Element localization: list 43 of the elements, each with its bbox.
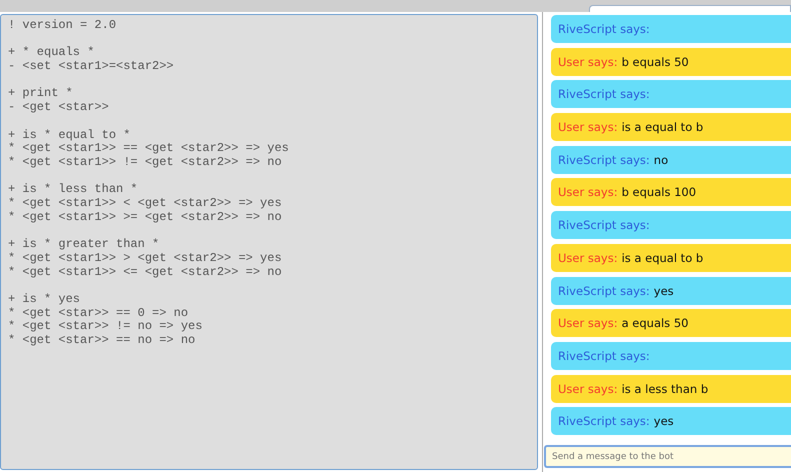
message-text: b equals 50: [622, 54, 689, 69]
speaker-label: RiveScript says:: [558, 87, 650, 102]
speaker-label: RiveScript says:: [558, 284, 650, 298]
code-line: + is * equal to *: [8, 128, 130, 142]
code-line: - <get <star>>: [8, 101, 109, 115]
speaker-label: RiveScript says:: [558, 348, 650, 363]
speaker-label: User says:: [558, 250, 618, 265]
message-text: is a equal to b: [622, 250, 704, 265]
speaker-label: User says:: [558, 316, 618, 330]
code-line: ! version = 2.0: [8, 19, 116, 33]
code-line: * <get <star>> == no => no: [8, 334, 196, 348]
code-line: * <get <star>> == 0 => no: [8, 306, 188, 320]
speaker-label: RiveScript says:: [558, 218, 650, 232]
message-text: yes: [654, 414, 674, 428]
code-line: + * equals *: [8, 46, 94, 60]
code-line: * <get <star1>> > <get <star2>> => yes: [8, 252, 282, 266]
code-line: * <get <star1>> >= <get <star2>> => no: [8, 210, 282, 224]
message-input[interactable]: Send a message to the bot: [544, 445, 791, 468]
speaker-label: User says:: [558, 382, 618, 396]
code-line: + print *: [8, 87, 73, 102]
code-editor[interactable]: [0, 14, 538, 470]
code-line: + is * greater than *: [8, 238, 160, 252]
speaker-label: User says:: [558, 185, 618, 200]
message-text: no: [654, 152, 668, 167]
message-text: is a equal to b: [622, 120, 704, 134]
code-line: + is * yes: [8, 292, 80, 307]
speaker-label: RiveScript says:: [558, 22, 650, 36]
speaker-label: User says:: [558, 120, 618, 134]
speaker-label: User says:: [558, 54, 618, 69]
code-line: + is * less than *: [8, 183, 138, 197]
code-line: * <get <star1>> < <get <star2>> => yes: [8, 197, 282, 211]
code-line: * <get <star1>> <= <get <star2>> => no: [8, 266, 282, 280]
code-line: * <get <star1>> == <get <star2>> => yes: [8, 142, 289, 156]
message-text: is a less than b: [622, 382, 708, 396]
input-field[interactable]: [589, 5, 791, 12]
message-text: b equals 100: [622, 185, 696, 200]
code-line: * <get <star>> != no => yes: [8, 320, 202, 334]
code-line: - <set <star1>=<star2>>: [8, 60, 174, 74]
speaker-label: RiveScript says:: [558, 414, 650, 428]
speaker-label: RiveScript says:: [558, 152, 650, 167]
code-line: * <get <star1>> != <get <star2>> => no: [8, 156, 282, 170]
message-text: yes: [654, 284, 674, 298]
message-text: a equals 50: [622, 316, 688, 330]
